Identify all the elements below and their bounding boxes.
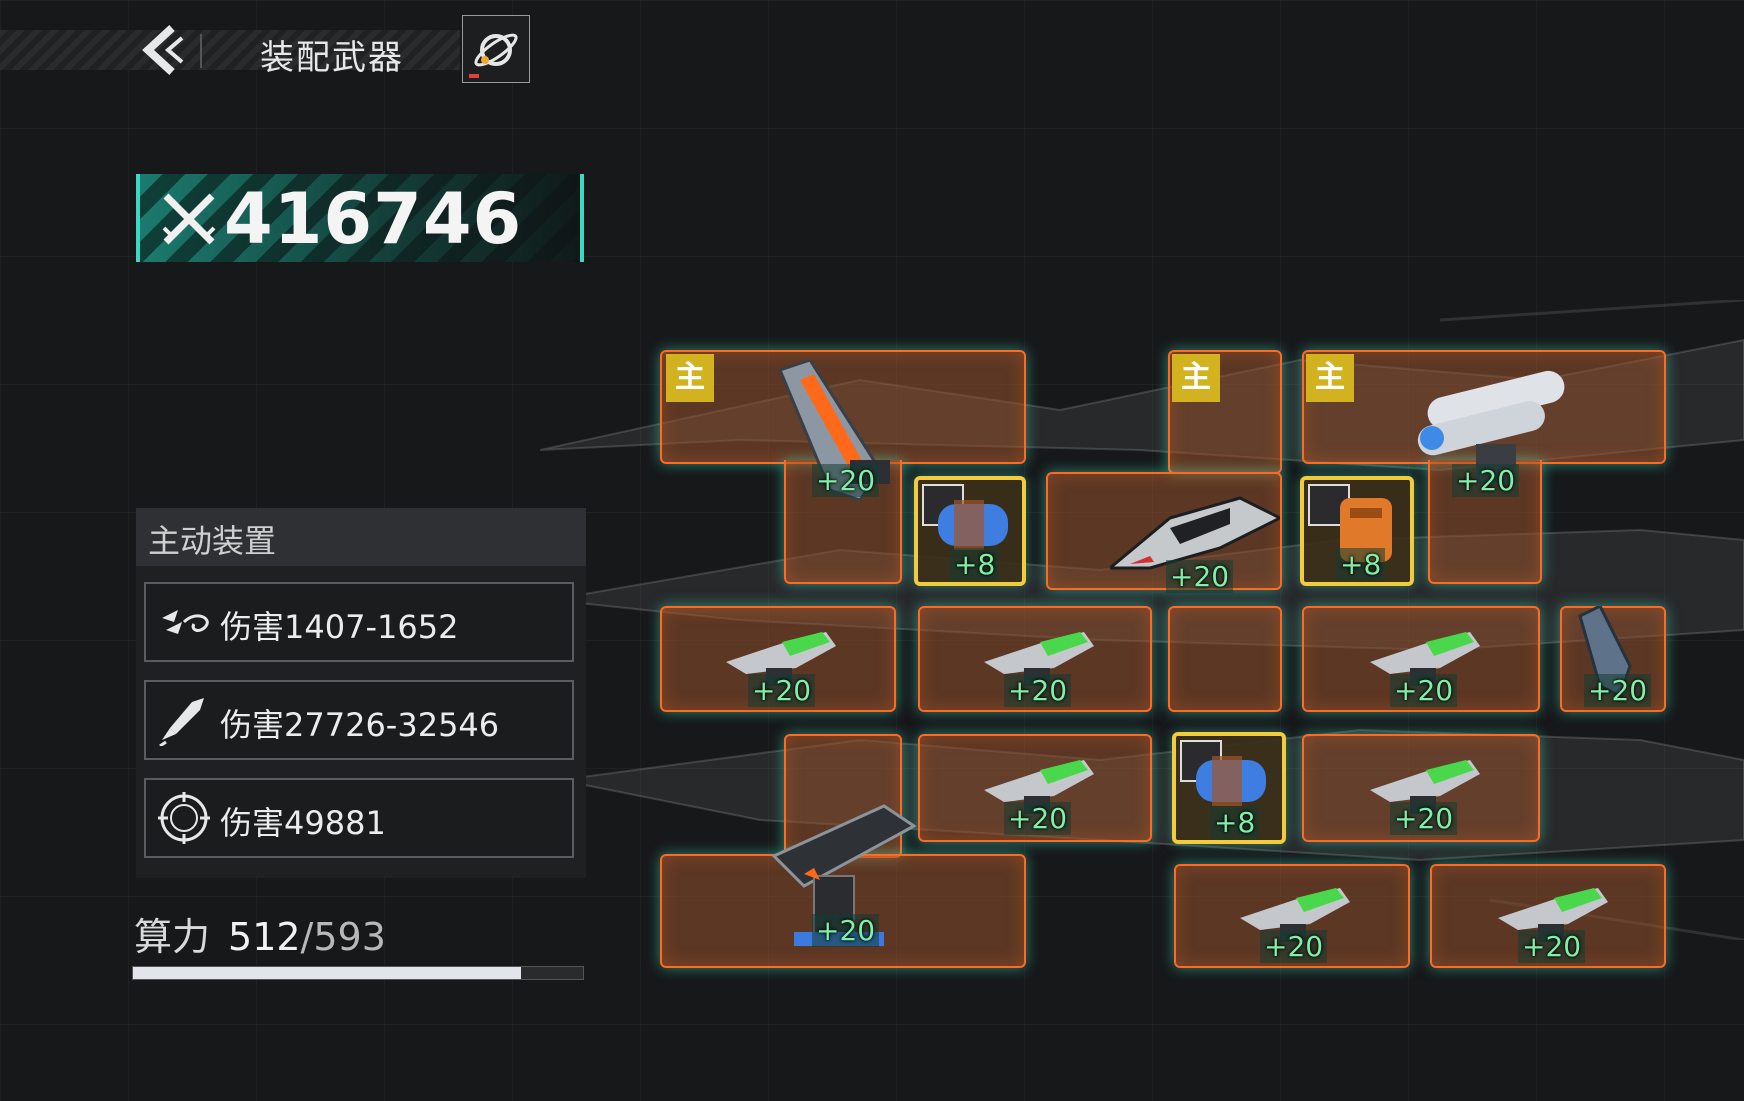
upgrade-label: +20 (748, 674, 816, 707)
compute-current: 512 (228, 915, 301, 959)
upgrade-label: +20 (1260, 930, 1328, 963)
title-separator (200, 34, 202, 68)
upgrade-label: +20 (1390, 802, 1458, 835)
combat-power-box: 416746 (136, 174, 584, 262)
active-device-row[interactable]: 伤害27726-32546 (144, 680, 574, 760)
upgrade-label: +20 (1166, 560, 1234, 593)
main-weapon-badge: 主 (1172, 354, 1220, 402)
compute-max: /593 (300, 915, 386, 959)
slot-empty[interactable] (1168, 606, 1282, 712)
upgrade-label: +20 (1004, 674, 1072, 707)
active-device-label: 伤害49881 (220, 804, 386, 842)
compute-readout: 算力 512/593 (134, 906, 386, 961)
compute-label: 算力 (134, 915, 211, 959)
upgrade-label: +20 (1584, 674, 1652, 707)
energy-capsule-icon (938, 500, 1008, 550)
upgrade-label: +8 (950, 548, 1000, 581)
main-weapon-badge: 主 (1306, 354, 1354, 402)
upgrade-label: +20 (812, 464, 880, 497)
upgrade-label: +20 (1452, 464, 1520, 497)
drone-swarm-icon (162, 610, 209, 634)
active-devices-list: 伤害1407-1652 伤害27726-32546 伤害49881 (136, 566, 586, 878)
active-device-row[interactable]: 伤害1407-1652 (144, 582, 574, 662)
active-device-label: 伤害27726-32546 (220, 706, 500, 744)
active-devices-title: 主动装置 (148, 522, 277, 560)
ship-select-button[interactable] (462, 15, 530, 83)
active-device-row[interactable]: 伤害49881 (144, 778, 574, 858)
compute-progress-fill (133, 967, 522, 979)
upgrade-label: +8 (1336, 548, 1386, 581)
upgrade-label: +20 (812, 914, 880, 947)
main-weapon-badge: 主 (666, 354, 714, 402)
upgrade-label: +20 (1518, 930, 1586, 963)
chevron-left-icon[interactable] (138, 24, 190, 76)
energy-capsule-icon (1196, 756, 1266, 806)
compute-progress-bar (132, 966, 584, 980)
target-reticle-icon (158, 792, 210, 844)
planet-ship-icon (469, 33, 518, 78)
active-device-label: 伤害1407-1652 (220, 608, 459, 646)
page-title: 装配武器 (260, 38, 404, 78)
combat-power-value: 416746 (224, 178, 523, 260)
missile-icon (159, 698, 204, 746)
upgrade-label: +20 (1390, 674, 1458, 707)
upgrade-label: +20 (1004, 802, 1072, 835)
active-devices-header: 主动装置 (136, 508, 586, 568)
crossed-swords-icon (162, 193, 216, 245)
upgrade-label: +8 (1210, 806, 1260, 839)
